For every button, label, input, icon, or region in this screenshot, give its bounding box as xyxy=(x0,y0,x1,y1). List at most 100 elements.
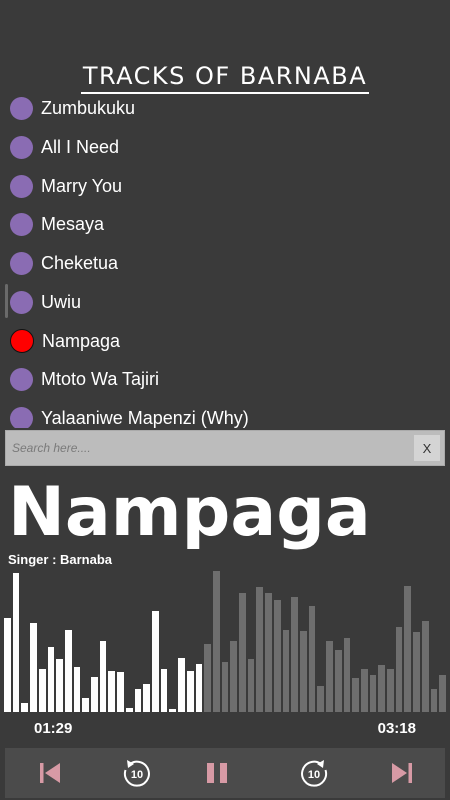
track-item-cheketua[interactable]: Cheketua xyxy=(10,245,440,281)
track-label: Mtoto Wa Tajiri xyxy=(41,368,160,389)
waveform-bar xyxy=(143,683,150,712)
forward-10-icon: 10 xyxy=(301,760,328,787)
waveform-bar xyxy=(99,641,107,712)
track-label: Uwiu xyxy=(41,291,82,312)
rewind-10-icon: 10 xyxy=(123,760,150,787)
waveform-bar xyxy=(186,670,194,712)
skip-previous-icon xyxy=(40,763,60,783)
waveform-bar xyxy=(430,689,438,712)
track-dot-icon xyxy=(10,367,33,391)
track-label: Mesaya xyxy=(41,213,105,234)
waveform-bar xyxy=(265,592,272,712)
forward-seconds-label: 10 xyxy=(308,769,320,781)
track-dot-icon xyxy=(10,96,33,120)
waveform-bar xyxy=(195,663,203,712)
waveform-bar xyxy=(308,605,316,712)
waveform-bar xyxy=(421,621,429,712)
track-item-all-i-need[interactable]: All I Need xyxy=(10,129,440,165)
track-dot-icon xyxy=(10,135,33,159)
track-dot-active-icon xyxy=(10,329,34,353)
waveform-bar xyxy=(317,686,325,712)
track-label: All I Need xyxy=(41,136,120,157)
waveform-bar xyxy=(108,670,116,712)
rewind-button[interactable]: 10 xyxy=(112,748,162,798)
waveform-bar xyxy=(291,596,298,712)
waveform-bar xyxy=(282,629,290,712)
waveform-bar xyxy=(273,599,281,712)
waveform-bar xyxy=(326,641,333,712)
track-item-uwiu[interactable]: Uwiu xyxy=(10,284,440,320)
clear-search-button[interactable]: X xyxy=(414,435,440,461)
track-label: Cheketua xyxy=(41,252,119,273)
waveform-bar xyxy=(73,666,81,712)
waveform-bar xyxy=(91,676,98,712)
skip-previous-button[interactable] xyxy=(25,748,75,798)
waveform-bar xyxy=(160,669,168,712)
forward-button[interactable]: 10 xyxy=(289,748,339,798)
waveform-bar xyxy=(404,585,412,712)
waveform-bar xyxy=(378,665,386,712)
waveform-bar xyxy=(221,662,229,712)
pause-button[interactable] xyxy=(192,748,242,798)
waveform-bar xyxy=(30,622,37,712)
waveform-bar xyxy=(12,572,20,712)
waveform-bar xyxy=(239,592,246,712)
rewind-seconds-label: 10 xyxy=(131,769,143,781)
track-list[interactable]: Zumbukuku All I Need Marry You Mesaya Ch… xyxy=(0,88,450,428)
waveform-bar xyxy=(300,631,307,712)
track-item-yalaaniwe-mapenzi[interactable]: Yalaaniwe Mapenzi (Why) xyxy=(10,400,440,428)
waveform-bar xyxy=(169,709,177,712)
waveform-bar xyxy=(82,697,90,712)
total-duration: 03:18 xyxy=(377,720,416,737)
skip-next-button[interactable] xyxy=(377,748,427,798)
waveform-bar xyxy=(395,626,403,712)
waveform-bar xyxy=(56,659,63,712)
waveform-bar xyxy=(369,675,377,712)
search-input[interactable] xyxy=(6,431,406,465)
now-playing-title: Nampaga xyxy=(8,473,371,552)
track-dot-icon xyxy=(10,174,33,198)
waveform-bar xyxy=(117,672,124,712)
track-item-mesaya[interactable]: Mesaya xyxy=(10,206,440,242)
track-label: Zumbukuku xyxy=(41,97,136,118)
waveform-bar xyxy=(439,675,446,712)
track-item-nampaga[interactable]: Nampaga xyxy=(10,323,440,359)
waveform-bar xyxy=(38,669,46,712)
waveform-bar xyxy=(47,646,55,712)
track-dot-icon xyxy=(10,290,33,314)
playback-controls: 10 10 xyxy=(5,748,445,798)
track-label: Nampaga xyxy=(42,330,121,351)
waveform-bar xyxy=(352,677,359,712)
track-item-marry-you[interactable]: Marry You xyxy=(10,168,440,204)
track-dot-icon xyxy=(10,251,33,275)
waveform-bar xyxy=(21,703,29,712)
waveform-bar xyxy=(387,669,394,712)
waveform-bar xyxy=(334,649,342,712)
waveform-bar xyxy=(230,641,238,712)
waveform-bar xyxy=(413,632,420,712)
pause-icon xyxy=(207,763,227,783)
waveform-bar xyxy=(343,638,351,712)
waveform-bar xyxy=(152,611,159,712)
track-item-mtoto-wa-tajiri[interactable]: Mtoto Wa Tajiri xyxy=(10,361,440,397)
search-bar: X xyxy=(5,430,445,466)
skip-next-icon xyxy=(392,763,412,783)
waveform-bar xyxy=(256,587,264,712)
singer-label: Singer : Barnaba xyxy=(8,552,113,567)
waveform-bar xyxy=(204,643,211,712)
waveform-bar xyxy=(178,658,185,712)
waveform-bar xyxy=(212,571,220,712)
waveform-bar xyxy=(125,707,133,712)
track-label: Marry You xyxy=(41,175,123,196)
waveform-seekbar[interactable] xyxy=(4,570,448,712)
waveform-bar xyxy=(64,629,72,712)
current-time: 01:29 xyxy=(34,720,73,737)
track-dot-icon xyxy=(10,406,33,428)
waveform-bar xyxy=(4,618,11,712)
waveform-bar xyxy=(134,689,142,712)
waveform-bar xyxy=(360,669,368,712)
track-dot-icon xyxy=(10,212,33,236)
scroll-indicator[interactable] xyxy=(5,284,8,318)
track-item-zumbukuku[interactable]: Zumbukuku xyxy=(10,90,440,126)
track-label: Yalaaniwe Mapenzi (Why) xyxy=(41,407,249,428)
